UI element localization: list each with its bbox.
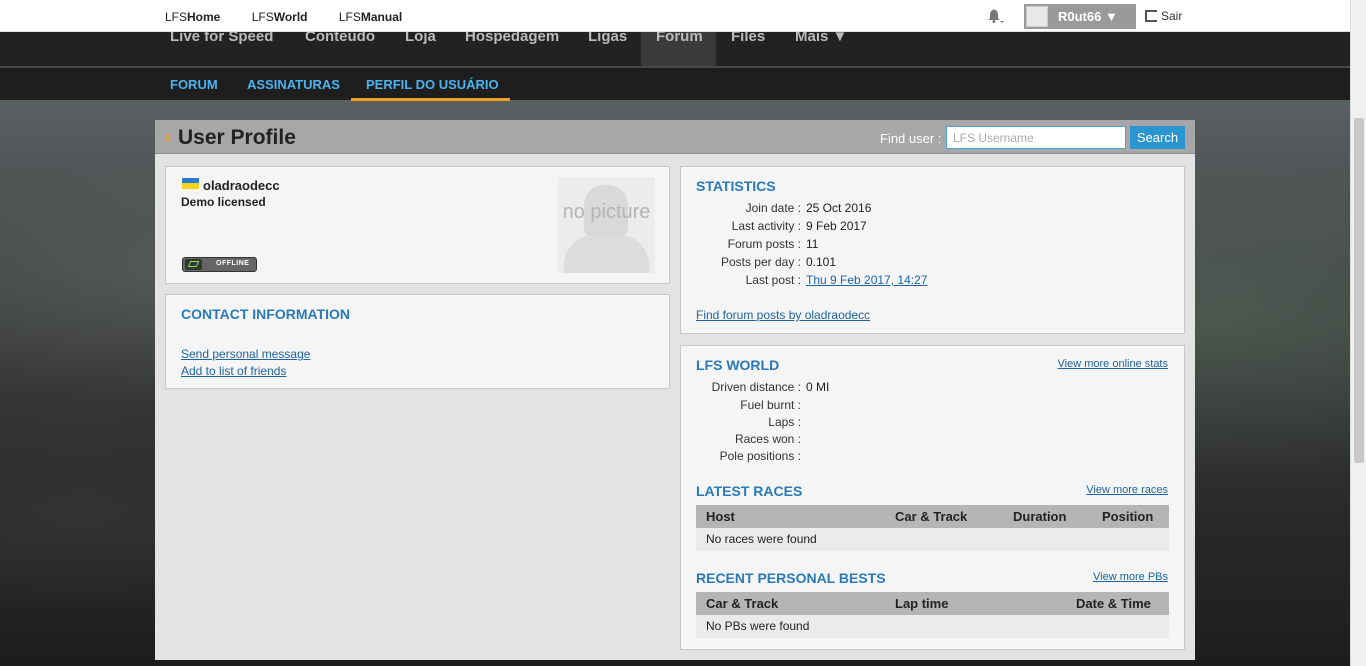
subnav-assinaturas[interactable]: ASSINATURAS (247, 77, 340, 92)
lfs-logo-icon (185, 259, 202, 270)
nav-hospedagem[interactable]: Hospedagem (465, 32, 559, 66)
sub-nav: FORUM ASSINATURAS PERFIL DO USUÁRIO (0, 67, 1350, 101)
stat-last-activity: Last activity : 9 Feb 2017 (731, 219, 867, 233)
lfs-world-title: LFS WORLD (696, 357, 780, 373)
logout-icon (1145, 10, 1157, 22)
find-user-input[interactable] (946, 126, 1126, 149)
nav-ligas[interactable]: Ligas (588, 32, 627, 66)
logout-link[interactable]: Sair (1145, 9, 1182, 23)
link-lfs-world[interactable]: LFSWorld (252, 10, 308, 24)
panel-header: › User Profile Find user : Search (155, 120, 1195, 154)
view-online-stats-link[interactable]: View more online stats (1058, 358, 1168, 370)
statistics-card: STATISTICS Join date : 25 Oct 2016 Last … (680, 166, 1185, 334)
username: R0ut66 ▼ (1058, 9, 1118, 24)
subnav-forum[interactable]: FORUM (170, 77, 218, 92)
stat-pole-positions: Pole positions : (719, 449, 801, 463)
stat-laps: Laps : (768, 415, 801, 429)
search-button[interactable]: Search (1130, 126, 1185, 149)
online-status-badge: OFFLINE (182, 257, 257, 272)
statistics-title: STATISTICS (696, 178, 776, 194)
contact-title: CONTACT INFORMATION (181, 306, 351, 322)
profile-card: oladraodecc Demo licensed no picture OFF… (165, 166, 670, 284)
nav-forum[interactable]: Forum (641, 32, 716, 66)
races-table-header: Host Car & Track Duration Position (696, 505, 1169, 528)
nav-conteudo[interactable]: Conteúdo (305, 32, 375, 66)
last-post-link[interactable]: Thu 9 Feb 2017, 14:27 (806, 273, 927, 287)
user-menu-button[interactable]: R0ut66 ▼ (1024, 4, 1136, 29)
stat-fuel-burnt: Fuel burnt : (740, 398, 801, 412)
stat-join-date: Join date : 25 Oct 2016 (745, 201, 872, 215)
nav-loja[interactable]: Loja (405, 32, 436, 66)
view-more-races-link[interactable]: View more races (1086, 484, 1168, 496)
stat-driven-distance: Driven distance : 0 MI (711, 380, 830, 394)
column-car-track: Car & Track (706, 596, 779, 611)
quick-links: LFSHome LFSWorld LFSManual (165, 10, 430, 24)
page-title: User Profile (178, 126, 296, 149)
avatar (1026, 6, 1048, 27)
races-table-row: No races were found (696, 528, 1169, 551)
stat-last-post: Last post : Thu 9 Feb 2017, 14:27 (745, 273, 928, 287)
license-status: Demo licensed (181, 195, 266, 209)
stat-forum-posts: Forum posts : 11 (727, 237, 819, 251)
pbs-table-header: Car & Track Lap time Date & Time (696, 592, 1169, 615)
add-friend-link[interactable]: Add to list of friends (181, 364, 286, 378)
column-position: Position (1102, 509, 1154, 524)
personal-bests-title: RECENT PERSONAL BESTS (696, 570, 886, 586)
scrollbar-thumb[interactable] (1354, 118, 1364, 463)
column-lap-time: Lap time (895, 596, 949, 611)
pbs-empty-text: No PBs were found (706, 619, 810, 633)
main-nav: Live for Speed Conteúdo Loja Hospedagem … (0, 32, 1350, 66)
stat-posts-per-day: Posts per day : 0.101 (720, 255, 837, 269)
active-tab-indicator (351, 98, 510, 101)
find-posts-link[interactable]: Find forum posts by oladraodecc (696, 308, 870, 322)
bell-icon[interactable] (987, 8, 1005, 24)
nav-files[interactable]: Files (731, 32, 765, 66)
link-lfs-home[interactable]: LFSHome (165, 10, 220, 24)
column-host: Host (706, 509, 735, 524)
subnav-perfil[interactable]: PERFIL DO USUÁRIO (366, 77, 499, 92)
no-picture-text: no picture (562, 201, 651, 223)
link-lfs-manual[interactable]: LFSManual (339, 10, 402, 24)
races-empty-text: No races were found (706, 532, 817, 546)
latest-races-title: LATEST RACES (696, 483, 803, 499)
find-user-label: Find user : (880, 131, 942, 146)
ukraine-flag-icon (182, 178, 199, 189)
contact-card: CONTACT INFORMATION Send personal messag… (165, 294, 670, 389)
nav-live-for-speed[interactable]: Live for Speed (170, 32, 273, 66)
chevron-right-icon: › (165, 127, 171, 147)
scrollbar[interactable] (1350, 0, 1366, 666)
pbs-table-row: No PBs were found (696, 615, 1169, 638)
top-bar: LFSHome LFSWorld LFSManual R0ut66 ▼ Sair (0, 0, 1350, 32)
column-car-track: Car & Track (895, 509, 968, 524)
column-date-time: Date & Time (1076, 596, 1151, 611)
profile-panel: › User Profile Find user : Search oladra… (155, 120, 1195, 660)
profile-username: oladraodecc (203, 178, 280, 193)
send-message-link[interactable]: Send personal message (181, 347, 310, 361)
column-duration: Duration (1013, 509, 1067, 524)
stat-races-won: Races won : (734, 432, 801, 446)
profile-picture: no picture (558, 177, 655, 273)
lfs-world-card: LFS WORLD View more online stats Driven … (680, 345, 1185, 650)
nav-mais[interactable]: Mais ▼ (795, 32, 847, 66)
view-more-pbs-link[interactable]: View more PBs (1093, 571, 1168, 583)
